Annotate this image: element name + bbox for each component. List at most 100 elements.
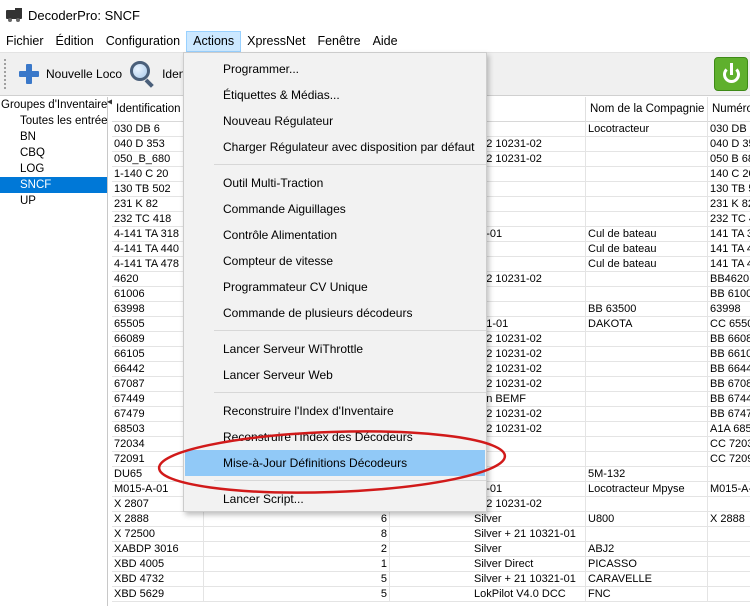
- table-cell: BB 66089: [708, 332, 750, 347]
- table-cell: [586, 497, 708, 512]
- table-cell: BB 67087: [708, 377, 750, 392]
- table-cell: 1: [204, 557, 390, 572]
- table-cell: 2: [204, 542, 390, 557]
- table-cell: 141 TA 478: [708, 257, 750, 272]
- menu-configuration[interactable]: Configuration: [100, 31, 186, 52]
- menu-item-multiple-decoders-control[interactable]: Commande de plusieurs décodeurs: [185, 300, 485, 326]
- table-cell: U800: [586, 512, 708, 527]
- sidebar-item-all[interactable]: Toutes les entrées: [0, 113, 107, 129]
- window-title: DecoderPro: SNCF: [28, 7, 140, 23]
- table-cell: [586, 332, 708, 347]
- locomotive-icon: [6, 8, 22, 22]
- menu-fenetre[interactable]: Fenêtre: [311, 31, 366, 52]
- menu-item-rebuild-decoder-index[interactable]: Reconstruire l'Index des Décodeurs: [185, 424, 485, 450]
- table-row[interactable]: XABDP 3016 2 Silver ABJ2: [112, 542, 750, 557]
- table-cell: X 2888: [708, 512, 750, 527]
- title-bar: DecoderPro: SNCF: [0, 0, 750, 30]
- table-cell: BB 63500: [586, 302, 708, 317]
- menu-item-single-cv-programmer[interactable]: Programmateur CV Unique: [185, 274, 485, 300]
- menu-item-programmer[interactable]: Programmer...: [185, 56, 485, 82]
- table-cell: BB 67449: [708, 392, 750, 407]
- menu-item-new-throttle[interactable]: Nouveau Régulateur: [185, 108, 485, 134]
- menu-item-power-control[interactable]: Contrôle Alimentation: [185, 222, 485, 248]
- menu-item-speedometer[interactable]: Compteur de vitesse: [185, 248, 485, 274]
- table-cell: 141 TA 440: [708, 242, 750, 257]
- table-cell: [586, 422, 708, 437]
- table-cell: Silver: [390, 512, 586, 527]
- table-cell: [708, 587, 750, 602]
- table-cell: CARAVELLE: [586, 572, 708, 587]
- table-cell: 040 D 353: [708, 137, 750, 152]
- new-loco-label: Nouvelle Loco: [46, 67, 123, 81]
- table-cell: [708, 527, 750, 542]
- table-cell: [708, 557, 750, 572]
- menu-item-multi-traction-tool[interactable]: Outil Multi-Traction: [185, 170, 485, 196]
- table-cell: 232 TC 418: [708, 212, 750, 227]
- roster-groups-sidebar: Groupes d'Inventaire Toutes les entrées …: [0, 97, 108, 606]
- menu-item-run-script[interactable]: Lancer Script...: [185, 486, 485, 512]
- table-cell: Silver + 21 10321-01: [390, 572, 586, 587]
- table-cell: Cul de bateau: [586, 257, 708, 272]
- table-cell: BB 67479: [708, 407, 750, 422]
- table-cell: CC 72091: [708, 452, 750, 467]
- table-cell: Locotracteur: [586, 122, 708, 137]
- table-cell: CC 72034: [708, 437, 750, 452]
- menu-item-withrottle-server[interactable]: Lancer Serveur WiThrottle: [185, 336, 485, 362]
- plus-icon: [18, 63, 40, 85]
- table-cell: 030 DB 6: [708, 122, 750, 137]
- table-cell: PICASSO: [586, 557, 708, 572]
- menu-edition[interactable]: Édition: [50, 31, 100, 52]
- table-cell: 5M-132: [586, 467, 708, 482]
- table-row[interactable]: X 2888 6 Silver U800 X 2888: [112, 512, 750, 527]
- table-row[interactable]: XBD 4005 1 Silver Direct PICASSO: [112, 557, 750, 572]
- power-button[interactable]: [714, 57, 748, 91]
- sidebar-item-up[interactable]: UP: [0, 193, 107, 209]
- table-cell: [586, 212, 708, 227]
- magnifier-icon: [128, 60, 156, 88]
- table-cell: Silver + 21 10321-01: [390, 527, 586, 542]
- table-cell: [586, 377, 708, 392]
- menu-aide[interactable]: Aide: [367, 31, 404, 52]
- sidebar-item-cbq[interactable]: CBQ: [0, 145, 107, 161]
- table-cell: XBD 4732: [112, 572, 204, 587]
- menu-item-rebuild-roster-index[interactable]: Reconstruire l'Index d'Inventaire: [185, 398, 485, 424]
- sidebar-item-bn[interactable]: BN: [0, 129, 107, 145]
- table-cell: 5: [204, 572, 390, 587]
- menu-item-labels-media[interactable]: Étiquettes & Médias...: [185, 82, 485, 108]
- menu-item-update-decoder-definitions[interactable]: Mise-à-Jour Définitions Décodeurs: [185, 450, 485, 476]
- identify-button[interactable]: Ident: [128, 56, 189, 92]
- menu-item-web-server[interactable]: Lancer Serveur Web: [185, 362, 485, 388]
- menu-separator: [214, 392, 486, 393]
- table-cell: BB4620: [708, 272, 750, 287]
- table-cell: [586, 392, 708, 407]
- actions-menu: Programmer... Étiquettes & Médias... Nouve…: [183, 52, 487, 512]
- table-cell: [586, 452, 708, 467]
- table-cell: X 72500: [112, 527, 204, 542]
- sidebar-header: Groupes d'Inventaire: [1, 99, 107, 111]
- column-header-number[interactable]: Numéro: [708, 97, 750, 122]
- column-header-company[interactable]: Nom de la Compagnie: [586, 97, 708, 122]
- menu-item-turnout-control[interactable]: Commande Aiguillages: [185, 196, 485, 222]
- menu-fichier[interactable]: Fichier: [0, 31, 50, 52]
- sidebar-item-sncf[interactable]: SNCF: [0, 177, 107, 193]
- table-row[interactable]: XBD 5629 5 LokPilot V4.0 DCC FNC: [112, 587, 750, 602]
- table-cell: A1A 68503: [708, 422, 750, 437]
- new-loco-button[interactable]: Nouvelle Loco: [18, 56, 122, 92]
- table-cell: [586, 137, 708, 152]
- sidebar-item-log[interactable]: LOG: [0, 161, 107, 177]
- menu-actions[interactable]: Actions: [186, 31, 242, 52]
- menu-item-load-throttle-default[interactable]: Charger Régulateur avec disposition par …: [185, 134, 485, 160]
- table-cell: BB 61006: [708, 287, 750, 302]
- table-cell: FNC: [586, 587, 708, 602]
- table-cell: [586, 527, 708, 542]
- toolbar-grip[interactable]: [4, 59, 8, 89]
- table-cell: LokPilot V4.0 DCC: [390, 587, 586, 602]
- table-cell: 8: [204, 527, 390, 542]
- table-row[interactable]: X 72500 8 Silver + 21 10321-01: [112, 527, 750, 542]
- table-cell: [586, 272, 708, 287]
- menu-xpressnet[interactable]: XpressNet: [241, 31, 311, 52]
- table-cell: [586, 182, 708, 197]
- table-cell: M015-A-01: [708, 482, 750, 497]
- table-row[interactable]: XBD 4732 5 Silver + 21 10321-01 CARAVELLE: [112, 572, 750, 587]
- menu-separator: [214, 330, 486, 331]
